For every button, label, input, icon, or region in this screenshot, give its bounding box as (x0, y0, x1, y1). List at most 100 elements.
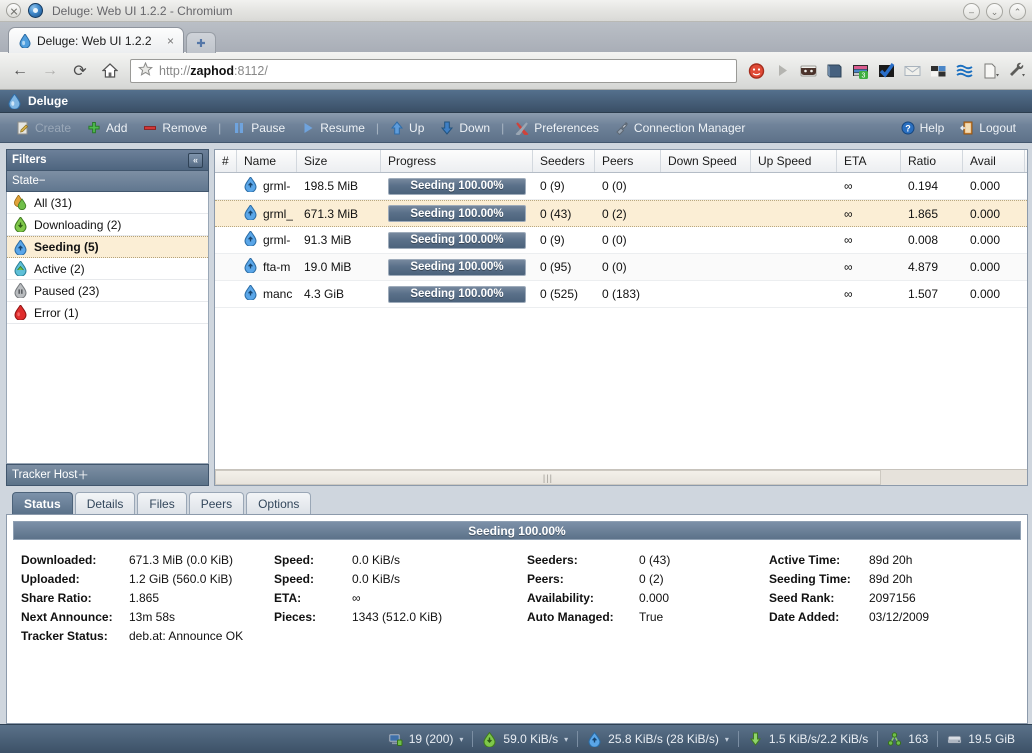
table-row[interactable]: grml- 198.5 MiB Seeding 100.00% 0 (9) 0 (0) ∞… (215, 173, 1027, 200)
sidebar-item-seeding[interactable]: Seeding (5) (7, 236, 208, 258)
connection-manager-button[interactable]: Connection Manager (607, 115, 753, 141)
checkmark-icon[interactable] (877, 61, 896, 80)
up-button[interactable]: Up (382, 115, 432, 141)
up-label: Up (409, 120, 425, 135)
resume-button[interactable]: Resume (293, 115, 373, 141)
mail-icon[interactable] (903, 61, 922, 80)
statusbar-protocol-traffic[interactable]: 1.5 KiB/s/2.2 KiB/s (739, 732, 877, 747)
preferences-button[interactable]: Preferences (507, 115, 607, 141)
column-header-size[interactable]: Size (297, 150, 381, 172)
state-section-header[interactable]: State − (6, 171, 209, 192)
table-row[interactable]: manc 4.3 GiB Seeding 100.00% 0 (525) 0 (183)… (215, 281, 1027, 308)
column-header-seeders[interactable]: Seeders (533, 150, 595, 172)
status-column-1: Downloaded: 671.3 MiB (0.0 KiB) Uploaded: 1… (21, 550, 274, 645)
tab-close-icon[interactable]: × (164, 34, 177, 48)
colorbars-badge-icon[interactable]: 3 (851, 61, 870, 80)
help-button[interactable]: ? Help (893, 115, 953, 141)
column-header-up_speed[interactable]: Up Speed (751, 150, 837, 172)
tab-details[interactable]: Details (74, 492, 136, 514)
collapse-sidebar-icon[interactable]: « (188, 152, 203, 168)
statusbar-upload-speed[interactable]: 25.8 KiB/s (28 KiB/s) ▾ (578, 731, 738, 748)
down-button[interactable]: Down (432, 115, 498, 141)
column-header-avail[interactable]: Avail (963, 150, 1025, 172)
pause-button[interactable]: Pause (224, 115, 293, 141)
table-row[interactable]: grml- 91.3 MiB Seeding 100.00% 0 (9) 0 (0) ∞ 0… (215, 227, 1027, 254)
cell-name: grml- (237, 227, 297, 253)
column-header-added[interactable]: Added (1025, 150, 1027, 172)
grid-icon[interactable] (929, 61, 948, 80)
run-button-icon[interactable] (773, 61, 792, 80)
logout-button[interactable]: Logout (952, 115, 1024, 141)
cell-ratio: 1.865 (908, 206, 939, 221)
chevron-down-icon[interactable]: ▾ (459, 735, 463, 744)
restore-button[interactable]: ⌃ (1009, 3, 1026, 20)
deluge-logo-icon (8, 92, 21, 110)
window-close-icon[interactable] (6, 3, 21, 18)
column-header-down_speed[interactable]: Down Speed (661, 150, 751, 172)
chevron-down-icon[interactable]: ▾ (564, 735, 568, 744)
forward-button[interactable]: → (36, 58, 64, 84)
status-field-label: Active Time: (769, 552, 841, 567)
scrollbar-thumb[interactable]: ||| (215, 470, 881, 485)
sidebar-item-downloading[interactable]: Downloading (2) (7, 214, 208, 236)
column-header-name[interactable]: Name (237, 150, 297, 172)
tracker-host-section-header[interactable]: Tracker Host ＋ (6, 464, 209, 486)
new-tab-button[interactable]: ✚ (186, 32, 216, 53)
tab-files[interactable]: Files (137, 492, 187, 514)
statusbar-free-space[interactable]: 19.5 GiB (938, 732, 1024, 747)
reload-button[interactable]: ⟳ (66, 58, 94, 84)
status-field: Seed Rank: 2097156 (769, 588, 989, 607)
cell-avail: 0.000 (970, 179, 1001, 193)
privacy-mask-icon[interactable] (799, 61, 818, 80)
tab-status[interactable]: Status (12, 492, 73, 514)
statusbar-connections[interactable]: 19 (200) ▾ (379, 732, 473, 747)
bookmark-star-icon[interactable] (131, 61, 159, 79)
table-row[interactable]: grml_ 671.3 MiB Seeding 100.00% 0 (43) 0 (2)… (215, 200, 1027, 227)
logout-door-icon (960, 121, 974, 135)
column-header-peers[interactable]: Peers (595, 150, 661, 172)
column-header-progress[interactable]: Progress (381, 150, 533, 172)
sidebar-item-error[interactable]: Error (1) (7, 302, 208, 324)
chevron-down-icon[interactable]: ▾ (725, 735, 729, 744)
back-button[interactable]: ← (6, 58, 34, 84)
column-header-num[interactable]: # (215, 150, 237, 172)
column-header-eta[interactable]: ETA (837, 150, 901, 172)
torrent-name: fta-m (263, 260, 291, 274)
status-field: Seeding Time: 89d 20h (769, 569, 989, 588)
preferences-tools-icon (515, 121, 529, 136)
tab-peers[interactable]: Peers (188, 492, 245, 514)
address-bar[interactable]: http://zaphod:8112/ (130, 58, 737, 83)
seeding-drop-icon (244, 176, 257, 195)
tab-options[interactable]: Options (246, 492, 312, 514)
status-field-label: Share Ratio: (21, 590, 92, 605)
status-field-value: 671.3 MiB (0.0 KiB) (129, 552, 234, 567)
expand-tracker-icon[interactable]: ＋ (77, 467, 89, 483)
cell-seeders: 0 (9) (540, 179, 565, 193)
minimize-button[interactable]: – (963, 3, 980, 20)
page-menu-icon[interactable] (981, 61, 1000, 80)
table-row[interactable]: fta-m 19.0 MiB Seeding 100.00% 0 (95) 0 (0) ∞… (215, 254, 1027, 281)
column-header-ratio[interactable]: Ratio (901, 150, 963, 172)
statusbar-download-speed[interactable]: 59.0 KiB/s ▾ (473, 731, 577, 748)
book-icon[interactable] (825, 61, 844, 80)
adblock-icon[interactable] (747, 61, 766, 80)
maximize-button[interactable]: ⌄ (986, 3, 1003, 20)
remove-minus-icon (143, 121, 157, 135)
waves-icon[interactable] (955, 61, 974, 80)
add-button[interactable]: Add (79, 115, 135, 141)
sidebar-item-active[interactable]: Active (2) (7, 258, 208, 280)
statusbar-dht-nodes[interactable]: 163 (878, 731, 937, 747)
sidebar-item-paused[interactable]: Paused (23) (7, 280, 208, 302)
create-button[interactable]: Create (8, 115, 79, 141)
home-button[interactable] (96, 58, 124, 84)
remove-button[interactable]: Remove (135, 115, 215, 141)
status-field-value: True (639, 609, 664, 624)
status-field-label: Pieces: (274, 609, 317, 624)
horizontal-scrollbar[interactable]: ||| (215, 469, 1027, 485)
wrench-menu-icon[interactable] (1007, 61, 1026, 80)
cell-progress: Seeding 100.00% (381, 254, 533, 280)
cell-progress: Seeding 100.00% (381, 173, 533, 199)
collapse-state-icon[interactable]: − (39, 175, 46, 187)
browser-tab[interactable]: Deluge: Web UI 1.2.2 × (8, 27, 184, 53)
sidebar-item-all[interactable]: All (31) (7, 192, 208, 214)
